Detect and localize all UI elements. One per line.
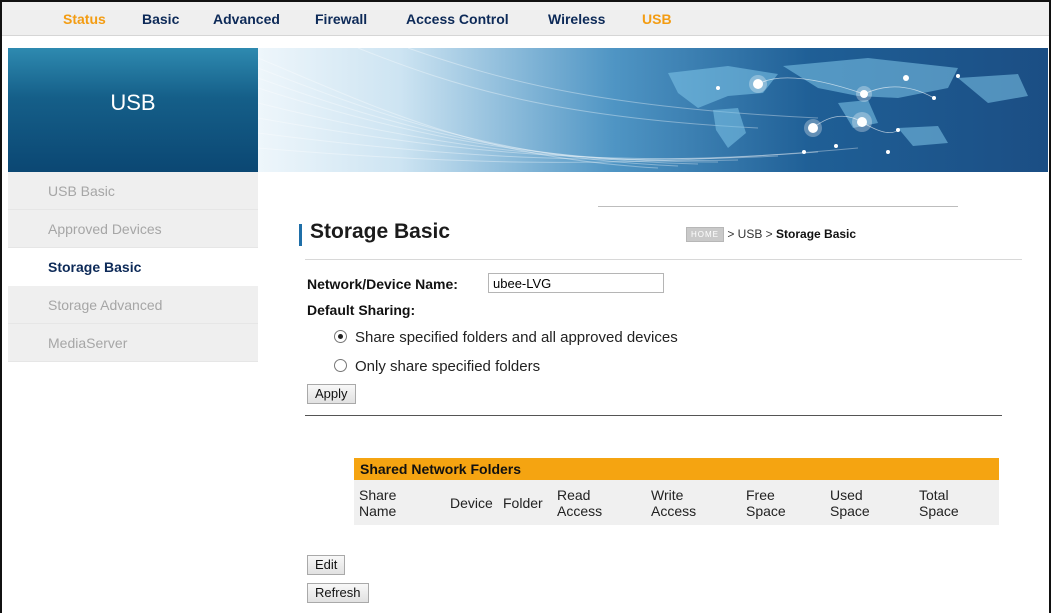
table-title: Shared Network Folders — [354, 458, 999, 480]
nav-basic[interactable]: Basic — [142, 11, 179, 27]
device-name-input[interactable] — [488, 273, 664, 293]
sidebar-item-storage-basic[interactable]: Storage Basic — [8, 248, 258, 286]
col-used-space: Used Space — [830, 487, 870, 519]
divider — [305, 259, 1022, 260]
sharing-option-specified[interactable]: Only share specified folders — [334, 358, 540, 375]
sidebar-item-usb-basic[interactable]: USB Basic — [8, 172, 258, 210]
nav-usb[interactable]: USB — [642, 11, 672, 27]
breadcrumb-path: > USB > — [724, 227, 777, 241]
refresh-button[interactable]: Refresh — [307, 583, 369, 603]
top-nav: Status Basic Advanced Firewall Access Co… — [2, 2, 1049, 36]
nav-firewall[interactable]: Firewall — [315, 11, 367, 27]
col-free-space: Free Space — [746, 487, 786, 519]
apply-button[interactable]: Apply — [307, 384, 356, 404]
sidebar-item-approved-devices[interactable]: Approved Devices — [8, 210, 258, 248]
page-title-text: Storage Basic — [310, 220, 451, 243]
title-accent-bar — [299, 224, 302, 246]
section-banner: USB — [8, 48, 258, 172]
home-icon[interactable]: HOME — [686, 227, 724, 242]
divider — [598, 206, 958, 207]
nav-access-control[interactable]: Access Control — [406, 11, 509, 27]
world-map-banner-image — [258, 48, 1048, 172]
col-write-access: Write Access — [651, 487, 697, 519]
page-title: Storage Basic — [299, 220, 451, 246]
col-total-space: Total Space — [919, 487, 959, 519]
table-header-row: Share Name Device Folder Read Access Write… — [354, 480, 999, 525]
col-read-access: Read Access — [557, 487, 603, 519]
sidebar: USB Basic Approved Devices Storage Basic… — [8, 172, 258, 362]
col-folder: Folder — [503, 495, 543, 511]
divider — [305, 415, 1002, 416]
edit-button[interactable]: Edit — [307, 555, 346, 575]
sharing-option-all-label: Share specified folders and all approved… — [355, 329, 678, 346]
radio-selected-icon[interactable] — [334, 330, 347, 343]
col-share-name: Share Name — [359, 487, 397, 519]
sidebar-item-storage-advanced[interactable]: Storage Advanced — [8, 286, 258, 324]
nav-wireless[interactable]: Wireless — [548, 11, 605, 27]
radio-unselected-icon[interactable] — [334, 359, 347, 372]
breadcrumb-current: Storage Basic — [776, 227, 857, 241]
col-device: Device — [450, 495, 493, 511]
sidebar-item-mediaserver[interactable]: MediaServer — [8, 324, 258, 362]
section-title: USB — [110, 90, 156, 115]
nav-status[interactable]: Status — [63, 11, 106, 27]
sharing-option-all[interactable]: Share specified folders and all approved… — [334, 329, 678, 346]
nav-advanced[interactable]: Advanced — [213, 11, 280, 27]
shared-folders-table: Shared Network Folders Share Name Device … — [354, 458, 999, 525]
breadcrumb: HOME > USB > Storage Basic — [686, 227, 856, 242]
sharing-option-specified-label: Only share specified folders — [355, 358, 541, 375]
default-sharing-label: Default Sharing: — [307, 302, 416, 318]
device-name-label: Network/Device Name: — [307, 276, 458, 292]
